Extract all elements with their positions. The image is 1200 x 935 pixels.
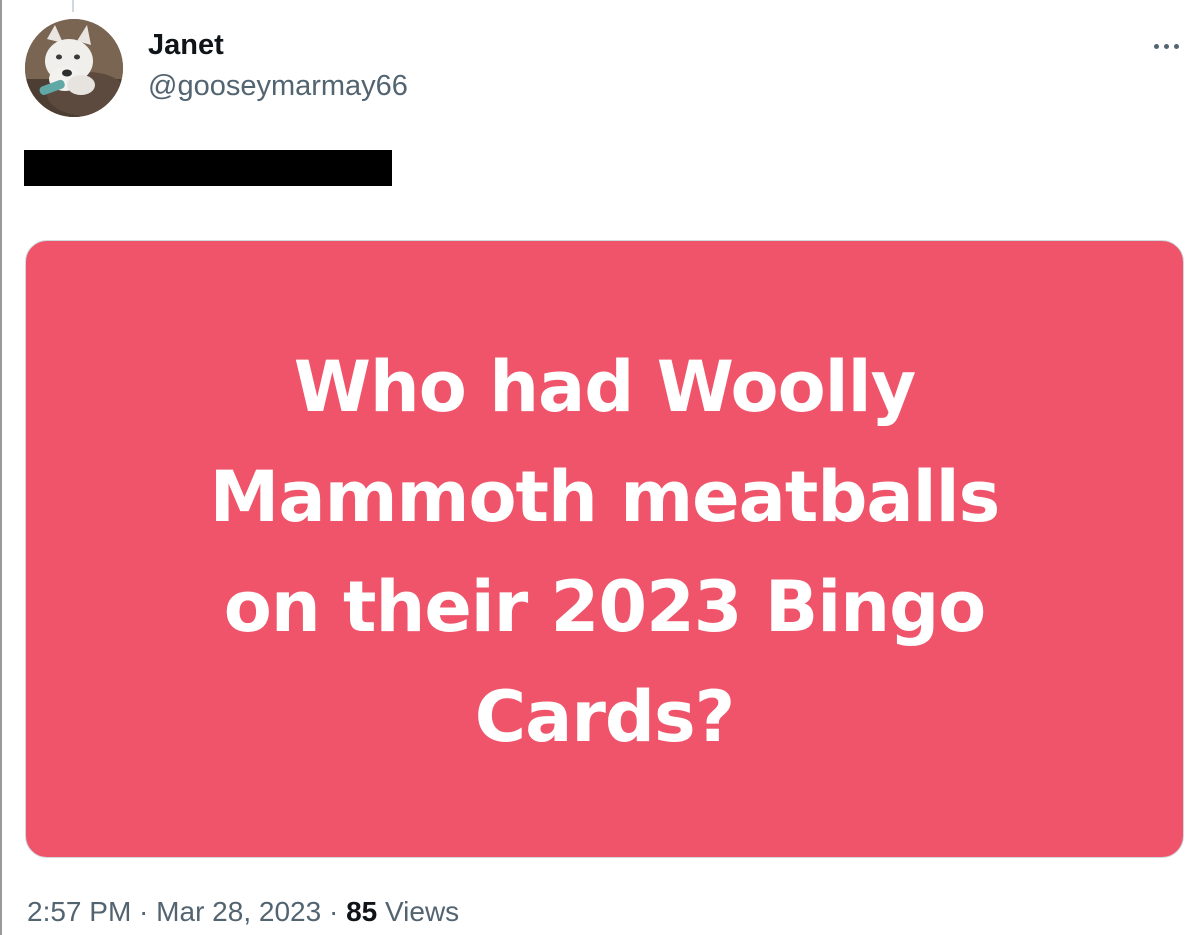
tweet-media-image[interactable]: Who had Woolly Mammoth meatballs on thei… <box>25 240 1184 858</box>
views-count[interactable]: 85 <box>346 896 377 927</box>
media-text-line: Cards? <box>474 676 736 758</box>
author-display-name[interactable]: Janet <box>148 28 224 62</box>
media-text-line: on their 2023 Bingo <box>223 566 987 648</box>
meta-separator: · <box>321 896 347 927</box>
redacted-tweet-text <box>24 150 392 186</box>
husky-dog-avatar-icon <box>25 19 123 117</box>
author-handle[interactable]: @gooseymarmay66 <box>148 68 408 104</box>
media-text-block: Who had Woolly Mammoth meatballs on thei… <box>105 332 1105 772</box>
left-border-rule <box>0 0 2 935</box>
tweet-date[interactable]: Mar 28, 2023 <box>156 896 321 927</box>
avatar[interactable] <box>25 19 123 117</box>
media-text-line: Mammoth meatballs <box>209 456 1001 538</box>
thread-connector-line <box>72 0 74 12</box>
more-options-button[interactable] <box>1146 28 1186 64</box>
meta-separator: · <box>131 896 157 927</box>
more-horizontal-icon <box>1153 43 1179 49</box>
tweet-metadata: 2:57 PM · Mar 28, 2023 · 85 Views <box>27 894 459 930</box>
views-label[interactable]: Views <box>377 896 459 927</box>
tweet-time[interactable]: 2:57 PM <box>27 896 131 927</box>
media-text-line: Who had Woolly <box>293 346 917 428</box>
